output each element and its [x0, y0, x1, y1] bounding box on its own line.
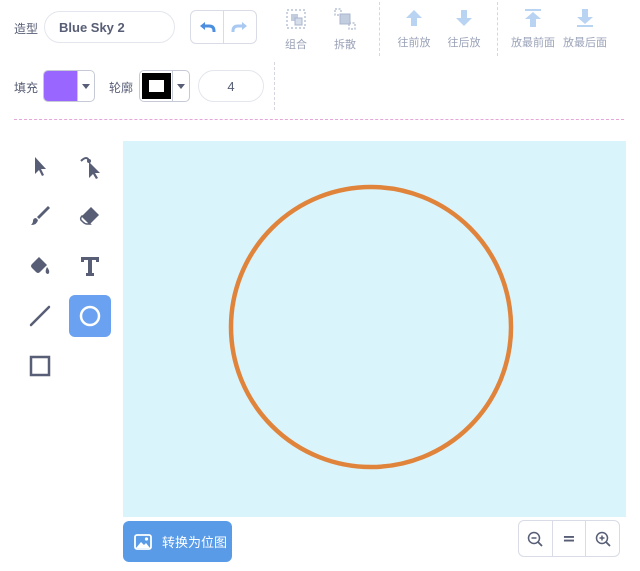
- rectangle-tool[interactable]: [19, 345, 61, 387]
- section-divider: [14, 119, 624, 120]
- caret-down-icon: [177, 83, 185, 89]
- toolbar-divider: [379, 2, 380, 56]
- eraser-tool[interactable]: [69, 195, 111, 237]
- drawn-circle-shape[interactable]: [228, 184, 514, 470]
- select-tool[interactable]: [19, 145, 61, 187]
- zoom-out-button[interactable]: [519, 521, 552, 556]
- line-icon: [29, 305, 51, 327]
- redo-icon: [231, 22, 247, 32]
- outline-dropdown-arrow: [172, 71, 189, 101]
- caret-down-icon: [82, 83, 90, 89]
- back-label: 放最后面: [563, 36, 607, 49]
- image-icon: [134, 533, 152, 550]
- outline-color-swatch: [140, 71, 172, 101]
- costume-label: 造型: [14, 22, 39, 36]
- brush-tool[interactable]: [19, 195, 61, 237]
- ungroup-label: 拆散: [334, 38, 356, 51]
- circle-icon: [79, 305, 101, 327]
- backward-button[interactable]: 往后放: [436, 6, 492, 56]
- circle-tool[interactable]: [69, 295, 111, 337]
- line-tool[interactable]: [19, 295, 61, 337]
- text-tool[interactable]: [69, 245, 111, 287]
- group-button[interactable]: 组合: [268, 6, 324, 56]
- paint-canvas[interactable]: [123, 141, 626, 517]
- outline-width-input[interactable]: [198, 70, 264, 102]
- undo-redo-group: [190, 10, 257, 44]
- fill-label: 填充: [14, 81, 39, 95]
- front-button[interactable]: 放最前面: [505, 6, 561, 56]
- toolbar-divider: [497, 2, 498, 56]
- eraser-icon: [79, 207, 99, 225]
- group-icon: [286, 9, 306, 29]
- fill-tool[interactable]: [19, 245, 61, 287]
- zoom-reset-label: =: [562, 529, 576, 548]
- undo-icon: [200, 22, 216, 32]
- backward-icon: [456, 10, 472, 26]
- text-icon: [81, 257, 99, 276]
- outline-label: 轮廓: [109, 81, 134, 95]
- canvas-drawing: [228, 184, 514, 470]
- forward-label: 往前放: [397, 36, 431, 49]
- fill-bucket-icon: [31, 257, 50, 274]
- front-icon: [525, 9, 541, 27]
- row-divider: [274, 62, 275, 110]
- reshape-tool[interactable]: [69, 145, 111, 187]
- forward-button[interactable]: 往前放: [386, 6, 442, 56]
- reshape-icon: [80, 157, 100, 179]
- fill-color-swatch: [44, 71, 77, 101]
- forward-icon: [406, 10, 422, 26]
- ungroup-icon: [334, 8, 356, 30]
- convert-to-bitmap-label: 转换为位图: [162, 536, 228, 551]
- back-button[interactable]: 放最后面: [557, 6, 613, 56]
- front-label: 放最前面: [511, 36, 555, 49]
- group-label: 组合: [285, 38, 307, 51]
- fill-color-picker[interactable]: [43, 70, 95, 102]
- redo-button[interactable]: [223, 11, 256, 43]
- arrow-icon: [35, 157, 46, 176]
- zoom-in-button[interactable]: [585, 521, 619, 556]
- zoom-in-icon: [595, 531, 611, 547]
- outline-color-picker[interactable]: [139, 70, 190, 102]
- fill-dropdown-arrow: [77, 71, 94, 101]
- zoom-reset-button[interactable]: =: [551, 521, 586, 556]
- backward-label: 往后放: [447, 36, 481, 49]
- rectangle-icon: [29, 355, 51, 377]
- convert-to-bitmap-button[interactable]: 转换为位图: [123, 521, 232, 562]
- costume-name-input[interactable]: [44, 11, 175, 43]
- back-icon: [577, 9, 593, 27]
- zoom-controls: =: [518, 520, 620, 557]
- zoom-out-icon: [528, 531, 543, 547]
- ungroup-button[interactable]: 拆散: [317, 6, 373, 56]
- brush-icon: [31, 206, 50, 225]
- undo-button[interactable]: [191, 11, 223, 43]
